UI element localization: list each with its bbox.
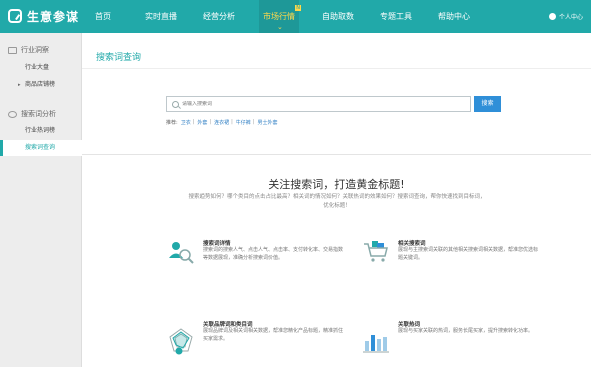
bar-chart-icon: [363, 335, 389, 353]
feature-search-detail: 搜索词详情 搜索词的搜索人气、点击人气、点击率、支付转化率、交易指数等数据展现，…: [167, 238, 347, 278]
sidebar-section-industry: 行业洞察: [8, 45, 49, 55]
nav-item-help[interactable]: 帮助中心: [438, 11, 470, 22]
feature-description: 搜索词的搜索人气、点击人气、点击率、支付转化率、交易指数等数据展现，准确分析搜索…: [203, 247, 344, 261]
hint-keyword[interactable]: 男士外套: [258, 119, 278, 126]
nav-item-market[interactable]: 市场行情 N ⌄: [259, 0, 301, 33]
user-icon: [548, 13, 556, 20]
sidebar-section-label: 行业洞察: [21, 46, 49, 54]
hint-keyword[interactable]: 牛仔裤: [236, 119, 251, 126]
hint-keyword[interactable]: 连衣裙: [214, 119, 229, 126]
sidebar-section-search-words: 搜索词分析: [8, 109, 56, 119]
user-search-icon: [169, 242, 194, 264]
sidebar-item-label: 搜索词查询: [25, 144, 56, 151]
search-button[interactable]: 搜索: [474, 96, 501, 112]
nav-item-business-analysis[interactable]: 经营分析: [203, 11, 235, 22]
app-logo[interactable]: 生意参谋: [8, 7, 79, 25]
radar-icon: [169, 328, 193, 355]
feature-related-words: 相关搜索词 展现与主搜索词关联的其他相关搜索词相关数据，帮准您优选标题关键词。: [362, 238, 542, 278]
feature-description: 展现与主搜索词关联的其他相关搜索词相关数据，帮准您优选标题关键词。: [398, 247, 539, 261]
chevron-down-icon: ⌄: [277, 23, 283, 31]
top-nav-bar: 生意参谋 首页 实时直播 经营分析 市场行情 N ⌄ 自助取数 专题工具 帮助中…: [0, 0, 591, 33]
sidebar-item-label: 商品店铺榜: [25, 81, 56, 88]
hints-label: 推荐:: [166, 120, 178, 126]
sidebar-item-label: 行业热词榜: [25, 127, 56, 134]
search-input[interactable]: [182, 101, 442, 107]
intro-description: 搜索趋势如何？哪个类目的点击占比最高？相关词的情况如何？关联热词的效果如何？搜索…: [188, 194, 486, 209]
app-name: 生意参谋: [27, 9, 80, 24]
sidebar-item-search-word-query[interactable]: 搜索词查询: [0, 140, 82, 156]
sidebar-item-product-shop-rank[interactable]: ▸ 商品店铺榜: [0, 77, 82, 93]
nav-item-live[interactable]: 实时直播: [145, 11, 177, 22]
feature-title: 关联热词: [398, 322, 421, 328]
sidebar-item-label: 行业大盘: [25, 64, 50, 71]
divider: [82, 68, 591, 69]
user-menu-label: 个人中心: [558, 14, 583, 21]
hint-keyword[interactable]: 外套: [197, 119, 207, 126]
logo-icon: [8, 9, 22, 23]
intro-section: 关注搜索词，打造黄金标题! 搜索趋势如何？哪个类目的点击占比最高？相关词的情况如…: [82, 155, 591, 367]
sidebar-item-industry-overview[interactable]: 行业大盘: [0, 60, 82, 76]
sidebar-item-hot-words[interactable]: 行业热词榜: [0, 123, 82, 139]
nav-item-self-service[interactable]: 自助取数: [322, 11, 354, 22]
feature-title: 搜索词详情: [203, 241, 231, 247]
feature-title: 关联品牌词和类目词: [203, 322, 253, 328]
chevron-right-icon: ▸: [18, 82, 21, 88]
monitor-icon: [8, 46, 17, 54]
search-icon: [172, 100, 179, 108]
main-content: 搜索词查询 搜索 推荐: 卫衣| 外套| 连衣裙| 牛仔裤| 男士外套 关注搜索…: [82, 33, 591, 367]
sidebar-section-label: 搜索词分析: [21, 110, 56, 118]
nav-item-market-label: 市场行情: [263, 12, 295, 21]
recommended-keywords: 推荐: 卫衣 | 外套 | 连衣裙 | 牛仔裤 | 男士外套: [166, 119, 278, 126]
new-badge: N: [295, 5, 301, 11]
search-box[interactable]: [166, 96, 471, 112]
feature-related-hot-words: 关联热词 展现与买家关联的热词，服务长尾买家，提升搜索转化功率。: [362, 319, 542, 361]
nav-item-tools[interactable]: 专题工具: [380, 11, 412, 22]
feature-brand-category-words: 关联品牌词和类目词 展现品牌词及相关词相关数据，帮准您精化产品标题，精准抓住买家…: [167, 319, 347, 361]
sidebar: 行业洞察 行业大盘 ▸ 商品店铺榜 搜索词分析 行业热词榜 搜索词查询: [0, 33, 82, 367]
eye-icon: [8, 110, 17, 118]
hint-keyword[interactable]: 卫衣: [181, 119, 191, 126]
feature-title: 相关搜索词: [398, 241, 426, 247]
feature-description: 展现与买家关联的热词，服务长尾买家，提升搜索转化功率。: [398, 328, 534, 334]
search-panel: 搜索词查询 搜索 推荐: 卫衣| 外套| 连衣裙| 牛仔裤| 男士外套: [82, 33, 591, 155]
intro-title: 关注搜索词，打造黄金标题!: [268, 178, 405, 191]
feature-description: 展现品牌词及相关词相关数据，帮准您精化产品标题，精准抓住买家需求。: [203, 328, 344, 342]
nav-item-home[interactable]: 首页: [95, 11, 111, 22]
page-title: 搜索词查询: [96, 53, 142, 63]
user-menu[interactable]: 个人中心: [548, 12, 583, 21]
cart-icon: [364, 241, 388, 262]
